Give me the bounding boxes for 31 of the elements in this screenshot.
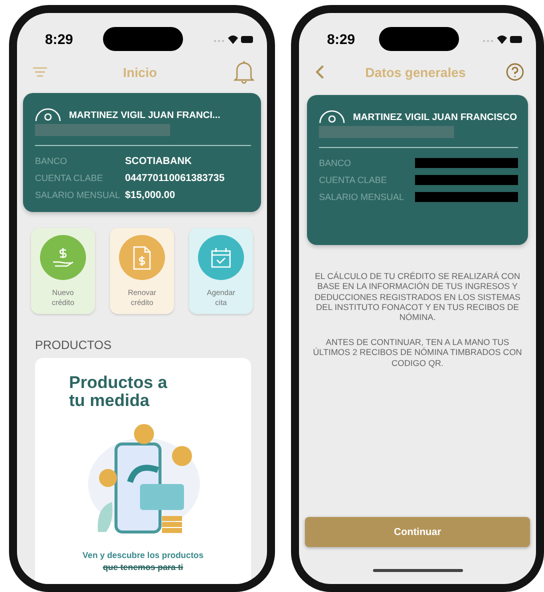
field-label: BANCO (35, 156, 68, 166)
field-value: SCOTIABANK (125, 156, 192, 166)
status-icons (482, 33, 522, 45)
calendar-icon (210, 246, 232, 269)
status-icons (213, 33, 253, 45)
field-label: SALARIO MENSUAL (319, 192, 406, 202)
continue-button[interactable]: Continuar (305, 517, 530, 547)
status-time: 8:29 (45, 31, 74, 47)
menu-icon[interactable] (33, 67, 47, 77)
info-paragraph: ANTES DE CONTINUAR, TEN A LA MANO TUS ÚLTIMOS 2 RECIBOS DE NÓMINA TIMBRADOS CON CODIGO QR. (312, 336, 523, 368)
field-value: 044770110061383735 (125, 172, 225, 184)
document-icon (132, 246, 152, 270)
bell-icon[interactable] (232, 60, 255, 84)
back-icon[interactable] (315, 65, 325, 79)
status-time: 8:29 (327, 31, 356, 47)
info-paragraph: EL CÁLCULO DE TU CRÉDITO SE REALIZARÁ CON BASE EN LA INFORMACIÓN DE TUS INGRESOS Y DEDUCCIONES REGISTRADOS EN LOS SISTEMAS DEL INSTITUTO FONACOT Y EN TUS RECIBOS DE NÓMINA. (314, 271, 522, 323)
field-label: CUENTA CLABE (35, 173, 104, 183)
field-label: CUENTA CLABE (319, 175, 388, 185)
screen-title: Datos generales (365, 64, 466, 80)
section-title: PRODUCTOS (35, 338, 112, 352)
account-holder-name: MARTINEZ VIGIL JUAN FRANCISCO (353, 112, 517, 123)
account-holder-name: MARTINEZ VIGIL JUAN FRANCI... (69, 110, 220, 121)
field-label: BANCO (319, 158, 352, 168)
promo-title: Productos a tu medida (69, 374, 168, 410)
field-label: SALARIO MENSUAL (35, 190, 121, 200)
screen-title: Inicio (123, 64, 157, 80)
promo-caption: Ven y descubre los productos (82, 550, 204, 560)
help-icon[interactable] (506, 63, 524, 81)
field-value: $15,000.00 (125, 190, 176, 200)
promo-card[interactable]: Productos a tu medida Ven y descubre los productos que tenemos para ti (35, 358, 251, 584)
promo-caption: que tenemos para ti (102, 562, 184, 572)
